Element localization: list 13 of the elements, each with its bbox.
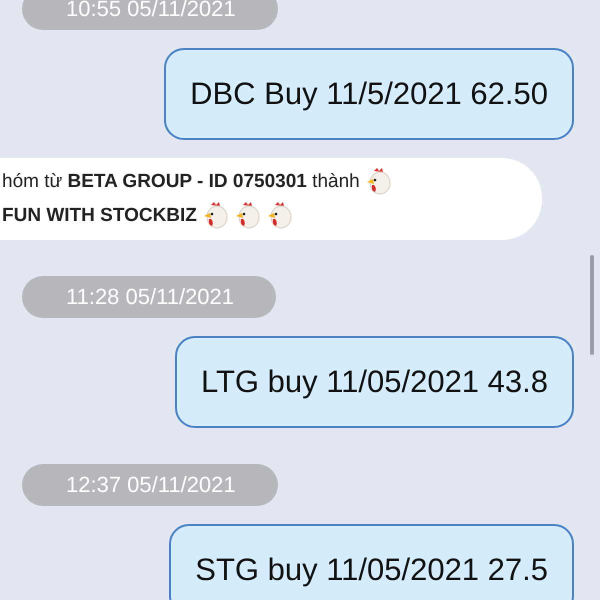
system-message-text: FUN WITH STOCKBIZ — [2, 205, 197, 227]
system-message-text: hóm từ BETA GROUP - ID 0750301 thành — [2, 171, 360, 193]
message-timestamp: 10:55 05/11/2021 — [22, 0, 278, 30]
chicken-icon — [266, 201, 293, 231]
message-timestamp: 12:37 05/11/2021 — [22, 464, 278, 506]
message-bubble: STG buy 11/05/2021 27.5 — [169, 524, 574, 600]
chicken-icon — [366, 167, 392, 197]
message-bubble: LTG buy 11/05/2021 43.8 — [175, 336, 574, 428]
chicken-icon — [202, 201, 229, 231]
scrollbar[interactable] — [590, 255, 594, 355]
message-bubble: DBC Buy 11/5/2021 62.50 — [164, 48, 574, 140]
message-timestamp: 11:28 05/11/2021 — [22, 276, 276, 318]
chicken-icon — [234, 201, 261, 231]
